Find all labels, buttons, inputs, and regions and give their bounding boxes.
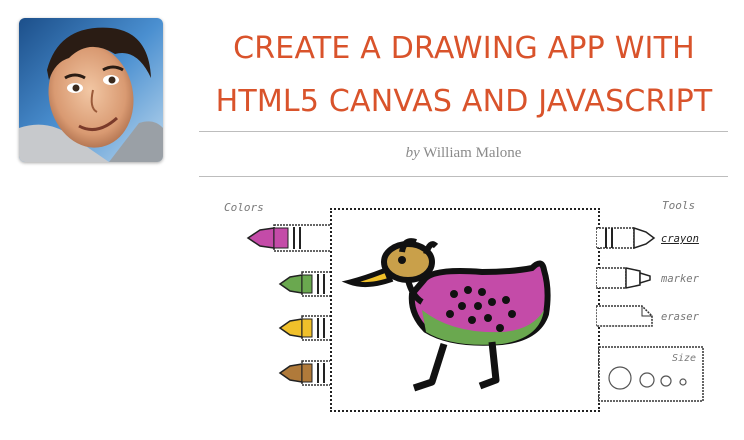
tool-eraser-label[interactable]: eraser xyxy=(661,311,699,323)
crayon-purple[interactable] xyxy=(246,223,336,253)
byline-prefix: by xyxy=(405,145,420,161)
size-label: Size xyxy=(672,353,697,364)
size-tiny-option[interactable] xyxy=(679,378,687,386)
tool-marker[interactable] xyxy=(596,265,656,291)
page-title: CREATE A DRAWING APP WITH HTML5 CANVAS A… xyxy=(200,22,728,128)
title-line-2: HTML5 CANVAS AND JAVASCRIPT xyxy=(215,84,713,119)
author-avatar xyxy=(19,18,163,162)
divider-top xyxy=(199,131,728,132)
crayon-green[interactable] xyxy=(278,271,336,297)
crayon-yellow[interactable] xyxy=(278,315,336,341)
tool-crayon-label[interactable]: crayon xyxy=(661,233,699,245)
duck-drawing xyxy=(341,238,551,392)
colors-label: Colors xyxy=(224,201,264,214)
avatar-illustration xyxy=(19,18,163,162)
crayon-brown[interactable] xyxy=(278,360,336,386)
divider-bottom xyxy=(199,176,728,177)
byline: by William Malone xyxy=(199,145,728,162)
size-small-option[interactable] xyxy=(660,375,672,387)
author-name: William Malone xyxy=(423,145,522,161)
tool-eraser[interactable] xyxy=(596,303,656,329)
drawing-canvas[interactable] xyxy=(330,208,600,412)
title-line-1: CREATE A DRAWING APP WITH xyxy=(233,31,695,66)
crayon-purple-tip xyxy=(246,227,275,249)
drawing-app-preview: Colors Tools crayon marker eraser Size xyxy=(218,195,718,415)
size-large-option[interactable] xyxy=(608,366,632,390)
tools-label: Tools xyxy=(662,199,696,212)
tool-crayon[interactable] xyxy=(596,225,656,251)
size-medium-option[interactable] xyxy=(639,372,655,388)
tool-marker-label[interactable]: marker xyxy=(661,273,699,285)
